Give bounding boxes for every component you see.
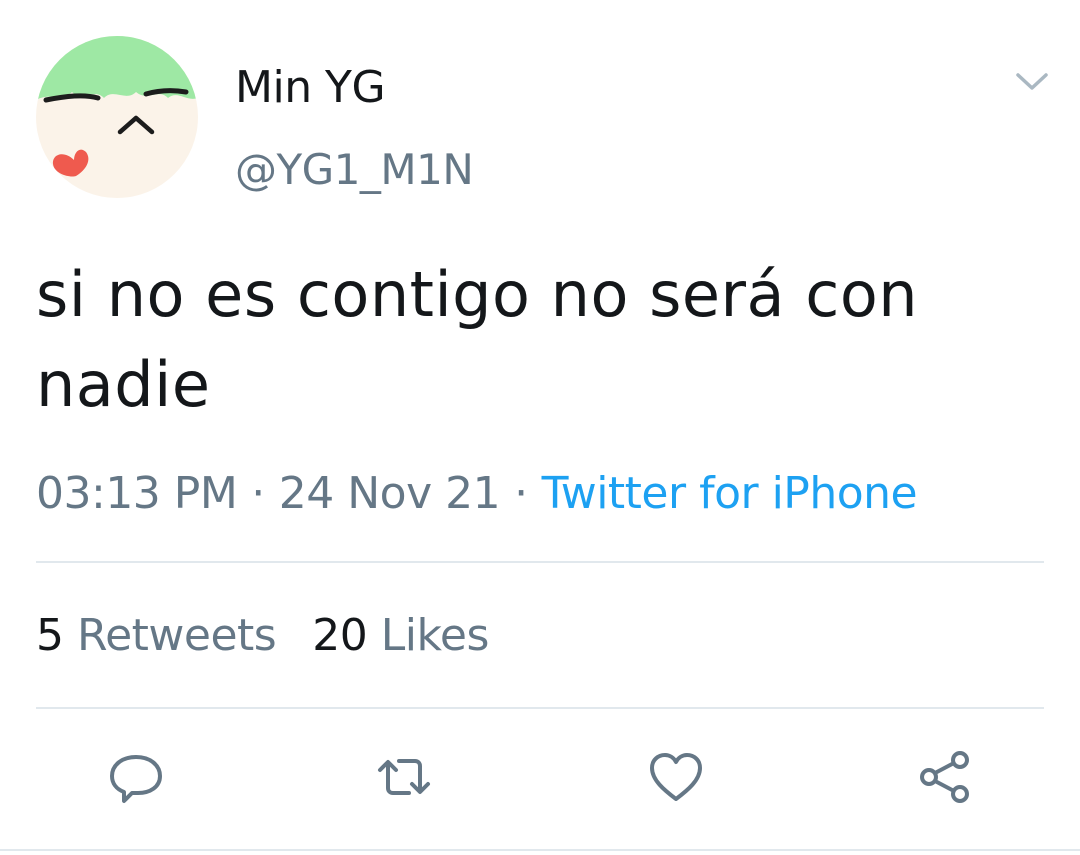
heart-icon	[650, 753, 702, 801]
divider	[36, 561, 1044, 563]
chevron-down-icon[interactable]	[1012, 66, 1052, 98]
retweets-count: 5	[36, 610, 64, 661]
likes-count: 20	[312, 610, 368, 661]
reply-icon	[110, 755, 162, 803]
retweet-button[interactable]	[372, 745, 436, 809]
retweet-icon	[378, 759, 430, 795]
display-name[interactable]: Min YG	[235, 58, 386, 118]
tweet-source-link[interactable]: Twitter for iPhone	[542, 468, 918, 519]
tweet-meta: 03:13 PM · 24 Nov 21 · Twitter for iPhone	[36, 462, 918, 526]
retweets-label: Retweets	[77, 610, 277, 661]
tweet-stats: 5 Retweets 20 Likes	[36, 604, 489, 668]
tweet-date: 24 Nov 21	[278, 468, 501, 519]
likes-stat[interactable]: 20 Likes	[312, 610, 489, 661]
retweets-stat[interactable]: 5 Retweets	[36, 610, 277, 661]
divider	[0, 849, 1080, 851]
share-icon	[920, 751, 969, 803]
tweet-time: 03:13 PM	[36, 468, 238, 519]
user-handle[interactable]: @YG1_M1N	[235, 140, 474, 200]
tweet-text: si no es contigo no será con nadie	[36, 258, 919, 421]
reply-button[interactable]	[104, 745, 168, 809]
meta-separator: ·	[514, 468, 528, 519]
share-button[interactable]	[914, 745, 978, 809]
meta-separator: ·	[251, 468, 265, 519]
like-button[interactable]	[644, 745, 708, 809]
likes-label: Likes	[380, 610, 490, 661]
avatar[interactable]	[36, 36, 198, 198]
divider	[36, 707, 1044, 709]
